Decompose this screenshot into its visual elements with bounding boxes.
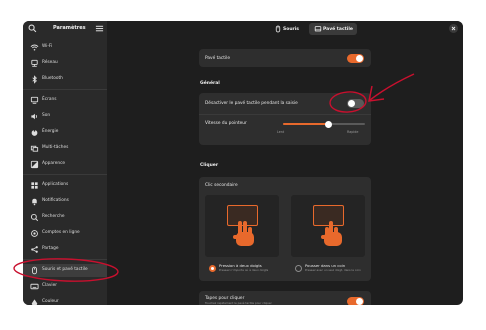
mouse-icon — [32, 266, 37, 275]
color-icon — [31, 299, 38, 305]
sidebar-item-bluetooth[interactable]: Bluetooth — [23, 73, 107, 86]
bell-icon — [32, 198, 37, 206]
sidebar-item-keyboard[interactable]: Clavier — [23, 280, 107, 293]
pointer-speed-fill — [283, 123, 329, 125]
tab-label: Pavé tactile — [323, 26, 353, 32]
header-bar: Souris Pavé tactile — [107, 21, 463, 37]
sidebar-item-online-accounts[interactable]: Comptes en ligne — [23, 227, 107, 240]
section-click-title: Cliquer — [200, 163, 219, 168]
secondary-click-card: Clic secondaire Pression à deux doigts P… — [199, 177, 371, 281]
sidebar-separator — [23, 89, 107, 90]
sidebar-item-wifi[interactable]: Wi-Fi — [23, 41, 107, 54]
sidebar-item-label: Comptes en ligne — [42, 230, 80, 235]
sound-icon — [31, 113, 37, 120]
corner-push-option-desc: Pressez avec un seul doigt, dans le coin — [305, 268, 361, 272]
tab-touchpad[interactable]: Pavé tactile — [309, 23, 357, 35]
sidebar-item-sound[interactable]: Son — [23, 110, 107, 123]
sidebar-separator — [23, 174, 107, 175]
tab-mouse[interactable]: Souris — [269, 23, 305, 35]
touchpad-label: Pavé tactile — [205, 56, 230, 61]
hand-icon — [233, 221, 254, 246]
sidebar-item-label: Souris et pavé tactile — [42, 267, 88, 272]
search-icon[interactable] — [28, 24, 37, 33]
sidebar-item-multitasking[interactable]: Multi-tâches — [23, 142, 107, 155]
sidebar-item-power[interactable]: Énergie — [23, 126, 107, 139]
speed-max-label: Rapide — [347, 130, 359, 134]
main-content: Pavé tactile Général Désactiver le pavé … — [107, 37, 463, 305]
tap-to-click-card: Tapes pour cliquer Touchez rapidement le… — [199, 291, 371, 305]
sidebar-item-label: Réseau — [42, 60, 58, 65]
disable-while-typing-label: Désactiver le pavé tactile pendant la sa… — [205, 101, 298, 106]
touchpad-toggle[interactable] — [347, 54, 364, 63]
sidebar-item-notifications[interactable]: Notifications — [23, 195, 107, 208]
sidebar-item-sharing[interactable]: Partage — [23, 243, 107, 256]
wifi-icon — [30, 44, 39, 51]
keyboard-icon — [30, 283, 39, 290]
touchpad-icon — [314, 26, 322, 32]
online-accounts-icon — [31, 230, 38, 237]
general-card: Désactiver le pavé tactile pendant la sa… — [199, 93, 371, 145]
share-icon — [31, 246, 38, 253]
hand-icon — [321, 221, 342, 246]
appearance-icon — [30, 160, 39, 169]
tap-to-click-desc: Touchez rapidement le pavé tactile pour … — [205, 301, 272, 305]
corner-push-radio[interactable] — [295, 265, 302, 272]
sidebar-item-displays[interactable]: Écrans — [23, 94, 107, 107]
corner-push-illustration[interactable] — [291, 195, 365, 257]
power-icon — [31, 128, 38, 136]
close-icon — [451, 26, 456, 31]
pointer-speed-handle[interactable] — [324, 120, 332, 128]
settings-window: Paramètres Wi-Fi Réseau Bluetooth Écrans — [23, 21, 463, 305]
sidebar-item-label: Clavier — [42, 283, 57, 288]
secondary-click-title: Clic secondaire — [205, 183, 238, 188]
sidebar-item-label: Wi-Fi — [42, 44, 53, 49]
sidebar-item-label: Son — [42, 113, 51, 118]
search-icon — [30, 213, 39, 222]
touchpad-card: Pavé tactile — [199, 49, 371, 67]
sidebar-item-search[interactable]: Recherche — [23, 211, 107, 224]
sidebar-title: Paramètres — [53, 25, 86, 31]
sidebar-item-label: Multi-tâches — [42, 145, 69, 150]
tap-to-click-toggle[interactable] — [347, 297, 364, 305]
disable-while-typing-toggle[interactable] — [347, 99, 364, 108]
network-icon — [31, 59, 38, 67]
sidebar-item-applications[interactable]: Applications — [23, 179, 107, 192]
two-finger-radio[interactable] — [209, 265, 216, 272]
sidebar: Paramètres Wi-Fi Réseau Bluetooth Écrans — [23, 21, 107, 305]
speed-min-label: Lent — [277, 130, 285, 134]
sidebar-item-appearance[interactable]: Apparence — [23, 158, 107, 171]
bluetooth-icon — [32, 75, 37, 84]
sidebar-item-color[interactable]: Couleur — [23, 296, 107, 305]
sidebar-item-label: Notifications — [42, 198, 69, 203]
divider — [199, 114, 371, 115]
hamburger-menu-icon[interactable] — [95, 24, 104, 33]
sidebar-item-label: Applications — [42, 182, 69, 187]
sidebar-item-label: Bluetooth — [42, 76, 63, 81]
section-general-title: Général — [200, 81, 220, 86]
multitasking-icon — [30, 145, 39, 152]
two-finger-illustration[interactable] — [205, 195, 279, 257]
sidebar-item-label: Écrans — [42, 97, 57, 102]
sidebar-item-label: Apparence — [42, 161, 66, 166]
sidebar-header: Paramètres — [23, 21, 107, 37]
tab-label: Souris — [283, 26, 299, 32]
sidebar-item-label: Recherche — [42, 214, 65, 219]
pointer-speed-label: Vitesse du pointeur — [205, 121, 247, 126]
display-icon — [30, 96, 39, 104]
mouse-icon — [275, 25, 281, 33]
sidebar-separator — [23, 259, 107, 260]
close-button[interactable] — [449, 24, 458, 33]
sidebar-item-label: Couleur — [42, 299, 59, 304]
sidebar-item-mouse-touchpad[interactable]: Souris et pavé tactile — [23, 264, 107, 277]
two-finger-option-desc: Pressez n'importe où à deux doigts — [219, 268, 269, 272]
sidebar-item-label: Énergie — [42, 129, 59, 134]
sidebar-item-label: Partage — [42, 246, 59, 251]
sidebar-item-network[interactable]: Réseau — [23, 57, 107, 70]
apps-icon — [31, 182, 38, 189]
